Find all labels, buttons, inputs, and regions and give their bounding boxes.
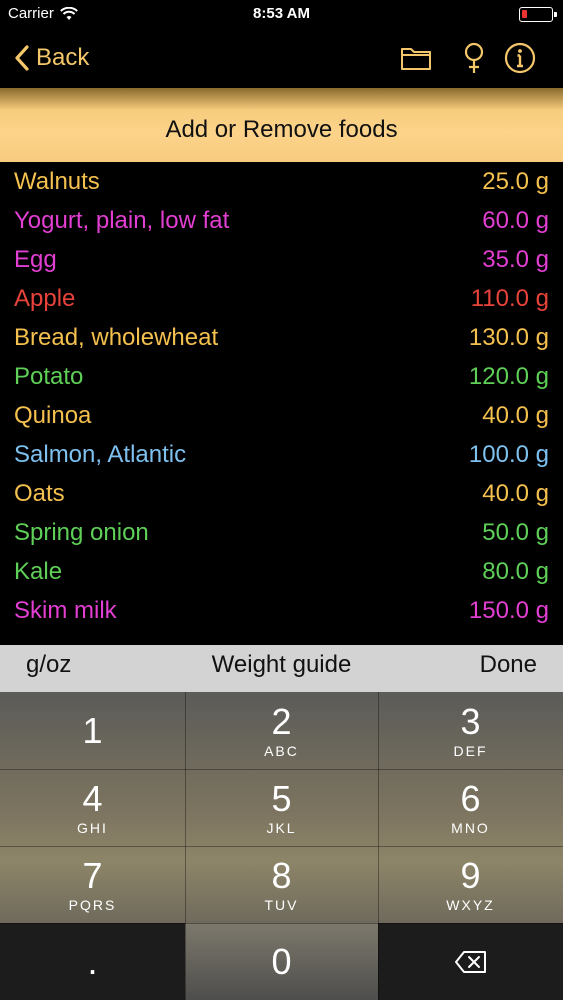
key-7[interactable]: 7 PQRS (0, 846, 185, 923)
key-2[interactable]: 2 ABC (185, 692, 378, 769)
food-weight: 110.0 g (470, 285, 549, 312)
key-5[interactable]: 5 JKL (185, 769, 378, 846)
key-digit: 5 (271, 777, 292, 819)
key-digit: 0 (271, 940, 292, 982)
key-digit: 4 (82, 777, 103, 819)
food-weight: 120.0 g (468, 363, 549, 390)
food-weight: 80.0 g (482, 558, 549, 585)
food-weight: 50.0 g (482, 519, 549, 546)
done-button[interactable]: Done (480, 651, 537, 679)
food-weight: 60.0 g (482, 207, 549, 234)
food-name: Walnuts (14, 168, 100, 195)
numeric-keypad: 1 2 ABC 3 DEF 4 GHI 5 JKL 6 MNO 7 PQRS 8… (0, 692, 563, 1000)
food-weight: 40.0 g (482, 402, 549, 429)
list-item[interactable]: Walnuts 25.0 g (0, 162, 563, 201)
key-1[interactable]: 1 (0, 692, 185, 769)
food-name: Yogurt, plain, low fat (14, 207, 230, 234)
food-name: Salmon, Atlantic (14, 441, 187, 468)
food-name: Bread, wholewheat (14, 324, 219, 351)
food-weight: 35.0 g (482, 246, 549, 273)
key-digit: 2 (271, 700, 292, 742)
key-letters: DEF (453, 742, 488, 759)
back-button[interactable]: Back (14, 40, 89, 76)
key-0[interactable]: 0 (185, 923, 378, 1000)
food-name: Potato (14, 363, 84, 390)
key-letters: JKL (266, 819, 297, 836)
key-digit: 1 (82, 709, 103, 751)
key-letters: GHI (77, 819, 108, 836)
key-letters: PQRS (68, 896, 117, 913)
female-symbol-icon (464, 42, 484, 73)
key-letters: MNO (451, 819, 490, 836)
food-name: Spring onion (14, 519, 149, 546)
list-item[interactable]: Apple 110.0 g (0, 279, 563, 318)
key-digit: 3 (460, 700, 481, 742)
key-digit: 9 (460, 854, 481, 896)
key-6[interactable]: 6 MNO (378, 769, 563, 846)
list-item[interactable]: Yogurt, plain, low fat 60.0 g (0, 201, 563, 240)
food-weight: 150.0 g (468, 597, 549, 624)
food-weight: 40.0 g (482, 480, 549, 507)
key-3[interactable]: 3 DEF (378, 692, 563, 769)
status-bar: Carrier 8:53 AM (0, 0, 563, 30)
key-digit: . (87, 940, 98, 982)
chevron-left-icon (15, 45, 29, 71)
food-name: Oats (14, 480, 65, 507)
food-name: Egg (14, 246, 57, 273)
key-letters: ABC (264, 742, 299, 759)
key-divider (0, 923, 563, 924)
list-item[interactable]: Kale 80.0 g (0, 552, 563, 591)
info-icon (504, 42, 536, 74)
food-name: Skim milk (14, 597, 117, 624)
list-item[interactable]: Potato 120.0 g (0, 357, 563, 396)
info-button[interactable] (500, 40, 540, 76)
food-weight: 100.0 g (468, 441, 549, 468)
list-item[interactable]: Skim milk 150.0 g (0, 591, 563, 630)
key-letters: WXYZ (446, 896, 495, 913)
status-time: 8:53 AM (253, 5, 310, 22)
key-digit: 8 (271, 854, 292, 896)
food-name: Apple (14, 285, 76, 312)
key-4[interactable]: 4 GHI (0, 769, 185, 846)
weight-guide-button[interactable]: Weight guide (0, 651, 563, 679)
food-weight: 25.0 g (482, 168, 549, 195)
backspace-icon (454, 950, 486, 973)
gender-button[interactable] (454, 40, 494, 76)
food-weight: 130.0 g (468, 324, 549, 351)
list-item[interactable]: Egg 35.0 g (0, 240, 563, 279)
list-item[interactable]: Bread, wholewheat 130.0 g (0, 318, 563, 357)
key-9[interactable]: 9 WXYZ (378, 846, 563, 923)
key-digit: 6 (460, 777, 481, 819)
key-digit: 7 (82, 854, 103, 896)
navigation-bar: Back (0, 30, 563, 88)
food-name: Kale (14, 558, 63, 585)
key-divider (0, 769, 563, 770)
key-8[interactable]: 8 TUV (185, 846, 378, 923)
list-item[interactable]: Salmon, Atlantic 100.0 g (0, 435, 563, 474)
keyboard-toolbar: g/oz Weight guide Done (0, 645, 563, 692)
list-item[interactable]: Spring onion 50.0 g (0, 513, 563, 552)
back-label: Back (36, 44, 90, 71)
folder-button[interactable] (396, 40, 436, 76)
battery-icon (519, 7, 557, 22)
header-banner[interactable]: Add or Remove foods (0, 88, 563, 162)
list-item[interactable]: Quinoa 40.0 g (0, 396, 563, 435)
key-divider (0, 846, 563, 847)
list-item[interactable]: Oats 40.0 g (0, 474, 563, 513)
food-list[interactable]: Walnuts 25.0 g Yogurt, plain, low fat 60… (0, 162, 563, 646)
key-letters: TUV (264, 896, 299, 913)
delete-key[interactable] (378, 923, 563, 1000)
decimal-key[interactable]: . (0, 923, 185, 1000)
folder-icon (401, 48, 431, 70)
food-name: Quinoa (14, 402, 92, 429)
banner-title: Add or Remove foods (165, 116, 398, 143)
